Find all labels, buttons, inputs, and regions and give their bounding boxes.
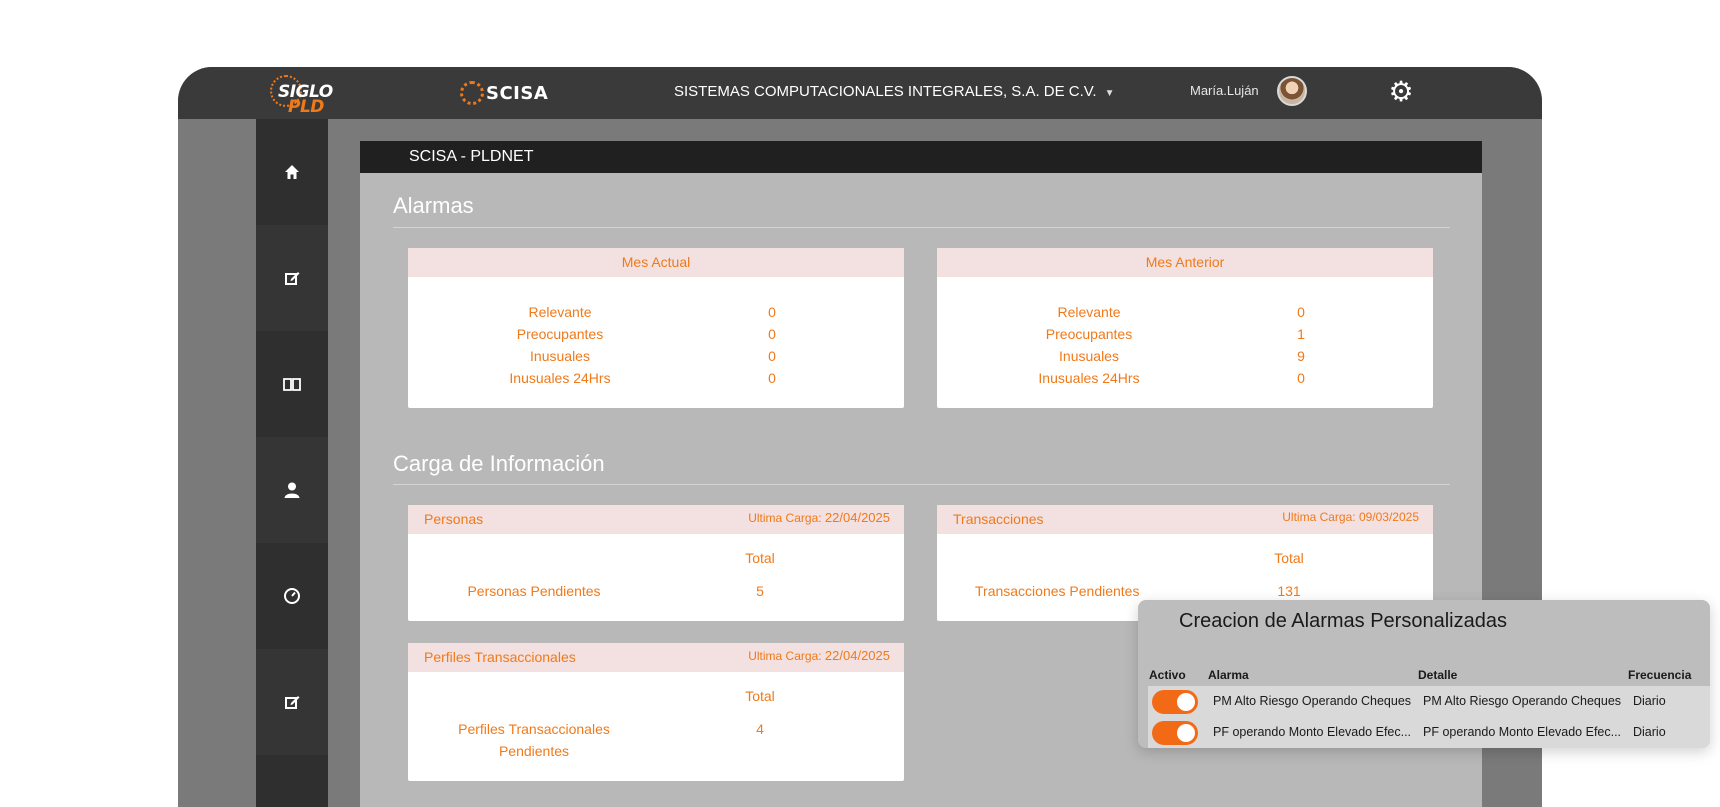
row-label: Relevante <box>1057 304 1121 320</box>
popup-title: Creacion de Alarmas Personalizadas <box>1179 610 1507 632</box>
row-value: 0 <box>768 326 776 342</box>
edit-icon <box>285 272 300 285</box>
ultima-carga: Ultima Carga: 22/04/2025 <box>748 648 890 663</box>
alarma-cell: PF operando Monto Elevado Efec... <box>1213 725 1412 739</box>
logo-text-bottom: PLD <box>288 97 324 117</box>
row-value: 0 <box>768 304 776 320</box>
scisa-logo: SCISA <box>460 79 548 107</box>
custom-alarms-popup: Creacion de Alarmas Personalizadas Activ… <box>1138 600 1710 748</box>
home-icon <box>285 165 299 179</box>
col-activo: Activo <box>1149 668 1186 682</box>
divider <box>393 484 1450 485</box>
row-label: Inusuales <box>530 348 590 364</box>
caret-down-icon[interactable]: ▼ <box>1105 88 1115 99</box>
row-label: Perfiles Transaccionales <box>458 721 610 737</box>
row-label: Relevante <box>528 304 592 320</box>
mes-actual-card: Mes Actual Relevante 0 Preocupantes 0 In… <box>408 248 904 408</box>
perfiles-card: Perfiles Transaccionales Ultima Carga: 2… <box>408 643 904 781</box>
sidebar-item-book[interactable] <box>256 331 328 437</box>
row-value: 0 <box>768 348 776 364</box>
user-icon <box>284 482 300 498</box>
card-header: Mes Anterior <box>937 248 1433 277</box>
row-value: 0 <box>1297 370 1305 386</box>
personas-card: Personas Ultima Carga: 22/04/2025 Total … <box>408 505 904 621</box>
sidebar-item-edit[interactable] <box>256 225 328 331</box>
panel-header: SCISA - PLDNET <box>360 141 1482 173</box>
total-label: Total <box>745 550 775 566</box>
table-row[interactable]: PM Alto Riesgo Operando Cheques PM Alto … <box>1148 686 1710 717</box>
row-label: Inusuales 24Hrs <box>509 370 611 386</box>
row-value: 9 <box>1297 348 1305 364</box>
alarma-cell: PM Alto Riesgo Operando Cheques <box>1213 694 1412 708</box>
card-header: Perfiles Transaccionales Ultima Carga: 2… <box>408 643 904 672</box>
scisa-ring-icon <box>460 81 484 105</box>
active-toggle[interactable] <box>1152 690 1198 714</box>
ultima-carga-label: Ultima Carga: <box>748 649 822 663</box>
card-title: Perfiles Transaccionales <box>424 649 576 665</box>
card-header: Personas Ultima Carga: 22/04/2025 <box>408 505 904 534</box>
avatar[interactable] <box>1277 76 1307 106</box>
sidebar-item-user[interactable] <box>256 437 328 543</box>
col-frecuencia: Frecuencia <box>1628 668 1692 682</box>
divider <box>393 227 1450 228</box>
row-label: Inusuales <box>1059 348 1119 364</box>
row-value: 131 <box>1277 583 1301 599</box>
user-name[interactable]: María.Luján <box>1190 83 1259 98</box>
ultima-carga: Ultima Carga: 09/03/2025 <box>1282 510 1419 524</box>
detalle-cell: PF operando Monto Elevado Efec... <box>1423 725 1622 739</box>
col-detalle: Detalle <box>1418 668 1458 682</box>
company-selector[interactable]: SISTEMAS COMPUTACIONALES INTEGRALES, S.A… <box>674 83 1115 100</box>
ultima-carga-date: 22/04/2025 <box>824 510 890 525</box>
sidebar <box>256 119 328 807</box>
row-label: Preocupantes <box>516 326 604 342</box>
company-name: SISTEMAS COMPUTACIONALES INTEGRALES, S.A… <box>674 83 1097 100</box>
row-value: 4 <box>756 721 764 737</box>
top-bar: SIGLO PLD SCISA SISTEMAS COMPUTACIONALES… <box>178 67 1542 119</box>
ultima-carga-label: Ultima Carga: <box>748 511 822 525</box>
sidebar-item-home[interactable] <box>256 119 328 225</box>
card-title: Personas <box>424 511 484 527</box>
row-label: Inusuales 24Hrs <box>1038 370 1140 386</box>
carga-title: Carga de Información <box>393 451 605 476</box>
row-value: 5 <box>756 583 764 599</box>
row-value: 0 <box>768 370 776 386</box>
row-value: 1 <box>1297 326 1305 342</box>
row-label-cont: Pendientes <box>498 743 570 759</box>
table-row[interactable]: PF operando Monto Elevado Efec... PF ope… <box>1148 717 1710 748</box>
detalle-cell: PM Alto Riesgo Operando Cheques <box>1423 694 1622 708</box>
row-label: Personas Pendientes <box>467 583 601 599</box>
book-icon <box>283 378 301 391</box>
gear-icon[interactable]: ⚙ <box>1386 77 1416 107</box>
card-title: Transacciones <box>953 511 1044 527</box>
scisa-logo-text: SCISA <box>486 82 549 104</box>
total-label: Total <box>745 688 775 704</box>
card-header: Transacciones Ultima Carga: 09/03/2025 <box>937 505 1433 534</box>
sidebar-item-edit-2[interactable] <box>256 649 328 755</box>
row-label: Transacciones Pendientes <box>975 583 1140 599</box>
ultima-carga: Ultima Carga: 22/04/2025 <box>748 510 890 525</box>
edit-icon <box>285 696 300 709</box>
card-title: Mes Anterior <box>1145 254 1225 270</box>
total-label: Total <box>1274 550 1304 566</box>
mes-anterior-card: Mes Anterior Relevante 0 Preocupantes 1 … <box>937 248 1433 408</box>
card-title: Mes Actual <box>621 254 691 270</box>
sidebar-item-clock[interactable] <box>256 543 328 649</box>
siglo-pld-logo[interactable]: SIGLO PLD <box>270 73 348 117</box>
col-alarma: Alarma <box>1208 668 1249 682</box>
clock-icon <box>284 588 300 604</box>
row-label: Preocupantes <box>1045 326 1133 342</box>
frecuencia-cell: Diario <box>1633 694 1666 708</box>
card-header: Mes Actual <box>408 248 904 277</box>
ultima-carga-date: 22/04/2025 <box>824 648 890 663</box>
alarmas-title: Alarmas <box>393 193 474 218</box>
frecuencia-cell: Diario <box>1633 725 1666 739</box>
row-value: 0 <box>1297 304 1305 320</box>
active-toggle[interactable] <box>1152 721 1198 745</box>
